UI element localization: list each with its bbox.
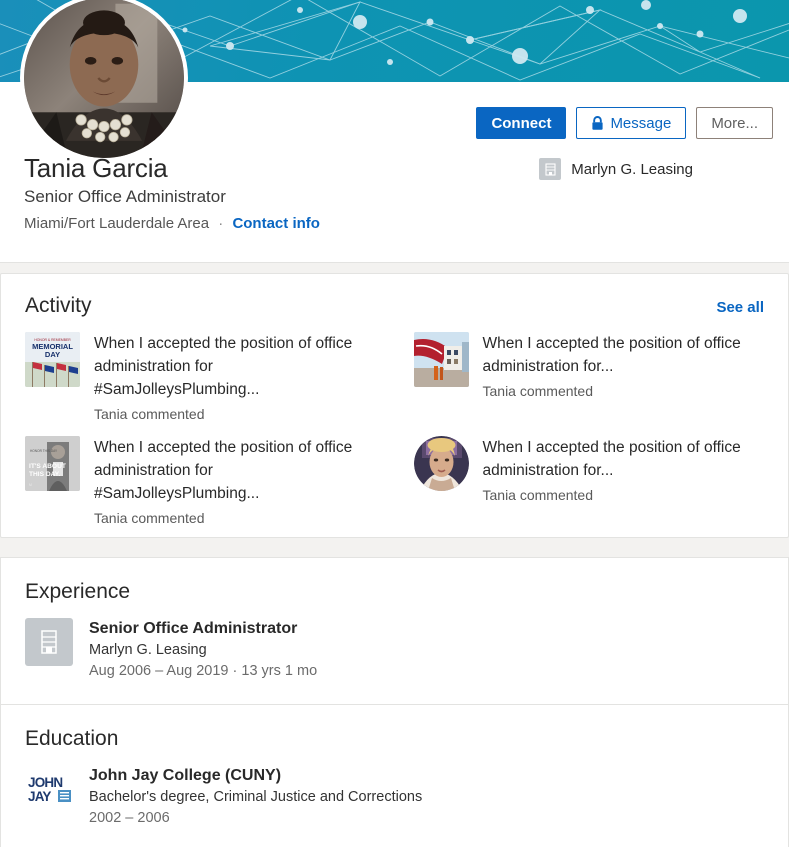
experience-company: Marlyn G. Leasing: [89, 642, 207, 658]
experience-entry[interactable]: Senior Office Administrator Marlyn G. Le…: [25, 618, 764, 682]
svg-text:HONOR THIS DAY: HONOR THIS DAY: [30, 449, 58, 453]
experience-entry-body: Senior Office Administrator Marlyn G. Le…: [89, 618, 317, 682]
profile-action-buttons: Connect Message More...: [476, 107, 773, 139]
current-company-name: Marlyn G. Leasing: [571, 160, 693, 178]
person-avatar-thumbnail-icon: [413, 436, 469, 491]
memorial-day-flags-thumbnail-icon: HONOR & REMEMBER MEMORIAL DAY: [25, 332, 80, 387]
building-placeholder-icon: [539, 158, 562, 180]
education-degree: Bachelor's degree, Criminal Justice and …: [89, 789, 423, 805]
profile-headline: Senior Office Administrator: [24, 187, 226, 206]
activity-subtitle: Tania commented: [482, 487, 594, 503]
page-title: Tania Garcia: [24, 153, 168, 183]
activity-text[interactable]: When I accepted the position of office a…: [483, 332, 765, 378]
experience-dates: Aug 2006 – Aug 2019 · 13 yrs 1 mo: [89, 663, 318, 679]
svg-text:JOHN: JOHN: [28, 775, 62, 790]
activity-card: Activity See all HONOR & REMEMBER MEMORI…: [0, 273, 789, 538]
activity-text[interactable]: When I accepted the position of office a…: [94, 436, 376, 505]
svg-text:JAY: JAY: [28, 789, 51, 804]
svg-text:THIS DAY.: THIS DAY.: [29, 471, 60, 478]
list-item[interactable]: When I accepted the position of office a…: [413, 436, 765, 526]
linkedin-profile-page: Connect Message More... Marlyn G. Leasin…: [0, 0, 789, 847]
education-dates: 2002 – 2006: [89, 810, 170, 826]
see-all-activity-link[interactable]: See all: [716, 299, 764, 316]
list-item[interactable]: When I accepted the position of office a…: [413, 332, 765, 422]
education-entry[interactable]: JOHN JAY John Jay College (CUNY) Bachelo…: [25, 765, 764, 829]
activity-header: Activity See all: [25, 294, 764, 318]
activity-grid: HONOR & REMEMBER MEMORIAL DAY When I acc…: [25, 332, 764, 526]
activity-subtitle: Tania commented: [482, 383, 594, 399]
list-item-body: When I accepted the position of office a…: [483, 436, 765, 503]
education-title: Education: [25, 727, 119, 750]
experience-job-title: Senior Office Administrator: [89, 620, 298, 637]
profile-location: Miami/Fort Lauderdale Area: [24, 215, 210, 232]
john-jay-college-logo-icon: JOHN JAY: [25, 765, 73, 813]
education-entry-body: John Jay College (CUNY) Bachelor's degre…: [89, 765, 422, 829]
airplane-photo-thumbnail-icon: [413, 332, 469, 387]
svg-text:DAY: DAY: [45, 350, 60, 359]
education-school: John Jay College (CUNY): [89, 767, 282, 784]
education-section: Education JOHN JAY John Jay College (CUN…: [1, 704, 788, 847]
current-company[interactable]: Marlyn G. Leasing: [539, 158, 693, 180]
list-item[interactable]: HONOR & REMEMBER MEMORIAL DAY When I acc…: [25, 332, 376, 422]
profile-card: Connect Message More... Marlyn G. Leasin…: [0, 0, 789, 263]
activity-text[interactable]: When I accepted the position of office a…: [94, 332, 376, 401]
experience-education-card: Experience Senior Office Administrator M…: [0, 557, 789, 847]
list-item-body: When I accepted the position of office a…: [94, 436, 376, 526]
profile-location-row: Miami/Fort Lauderdale Area · Contact inf…: [24, 212, 320, 236]
connect-button[interactable]: Connect: [476, 107, 567, 139]
separator-dot: ·: [218, 215, 224, 232]
more-button-label: More...: [711, 114, 758, 132]
lock-icon: [591, 115, 604, 131]
activity-subtitle: Tania commented: [94, 406, 205, 422]
building-placeholder-icon: [25, 618, 73, 666]
experience-section: Experience Senior Office Administrator M…: [1, 558, 788, 704]
profile-photo-icon: [24, 0, 184, 158]
experience-title: Experience: [25, 580, 131, 603]
list-item[interactable]: HONOR THIS DAY IT'S ABOUT THIS DAY. M Wh…: [25, 436, 376, 526]
svg-text:M: M: [29, 483, 32, 487]
list-item-body: When I accepted the position of office a…: [483, 332, 765, 399]
its-about-this-day-thumbnail-icon: HONOR THIS DAY IT'S ABOUT THIS DAY. M: [25, 436, 80, 491]
contact-info-link[interactable]: Contact info: [232, 215, 320, 232]
activity-subtitle: Tania commented: [94, 510, 205, 526]
more-button[interactable]: More...: [696, 107, 773, 139]
svg-text:IT'S ABOUT: IT'S ABOUT: [29, 463, 66, 470]
message-button[interactable]: Message: [576, 107, 687, 139]
message-button-label: Message: [610, 114, 672, 132]
activity-title: Activity: [25, 294, 92, 317]
activity-text[interactable]: When I accepted the position of office a…: [483, 436, 765, 482]
avatar[interactable]: [20, 0, 188, 162]
connect-button-label: Connect: [491, 114, 552, 132]
list-item-body: When I accepted the position of office a…: [94, 332, 376, 422]
profile-identity: Tania Garcia Senior Office Administrator…: [24, 152, 320, 236]
